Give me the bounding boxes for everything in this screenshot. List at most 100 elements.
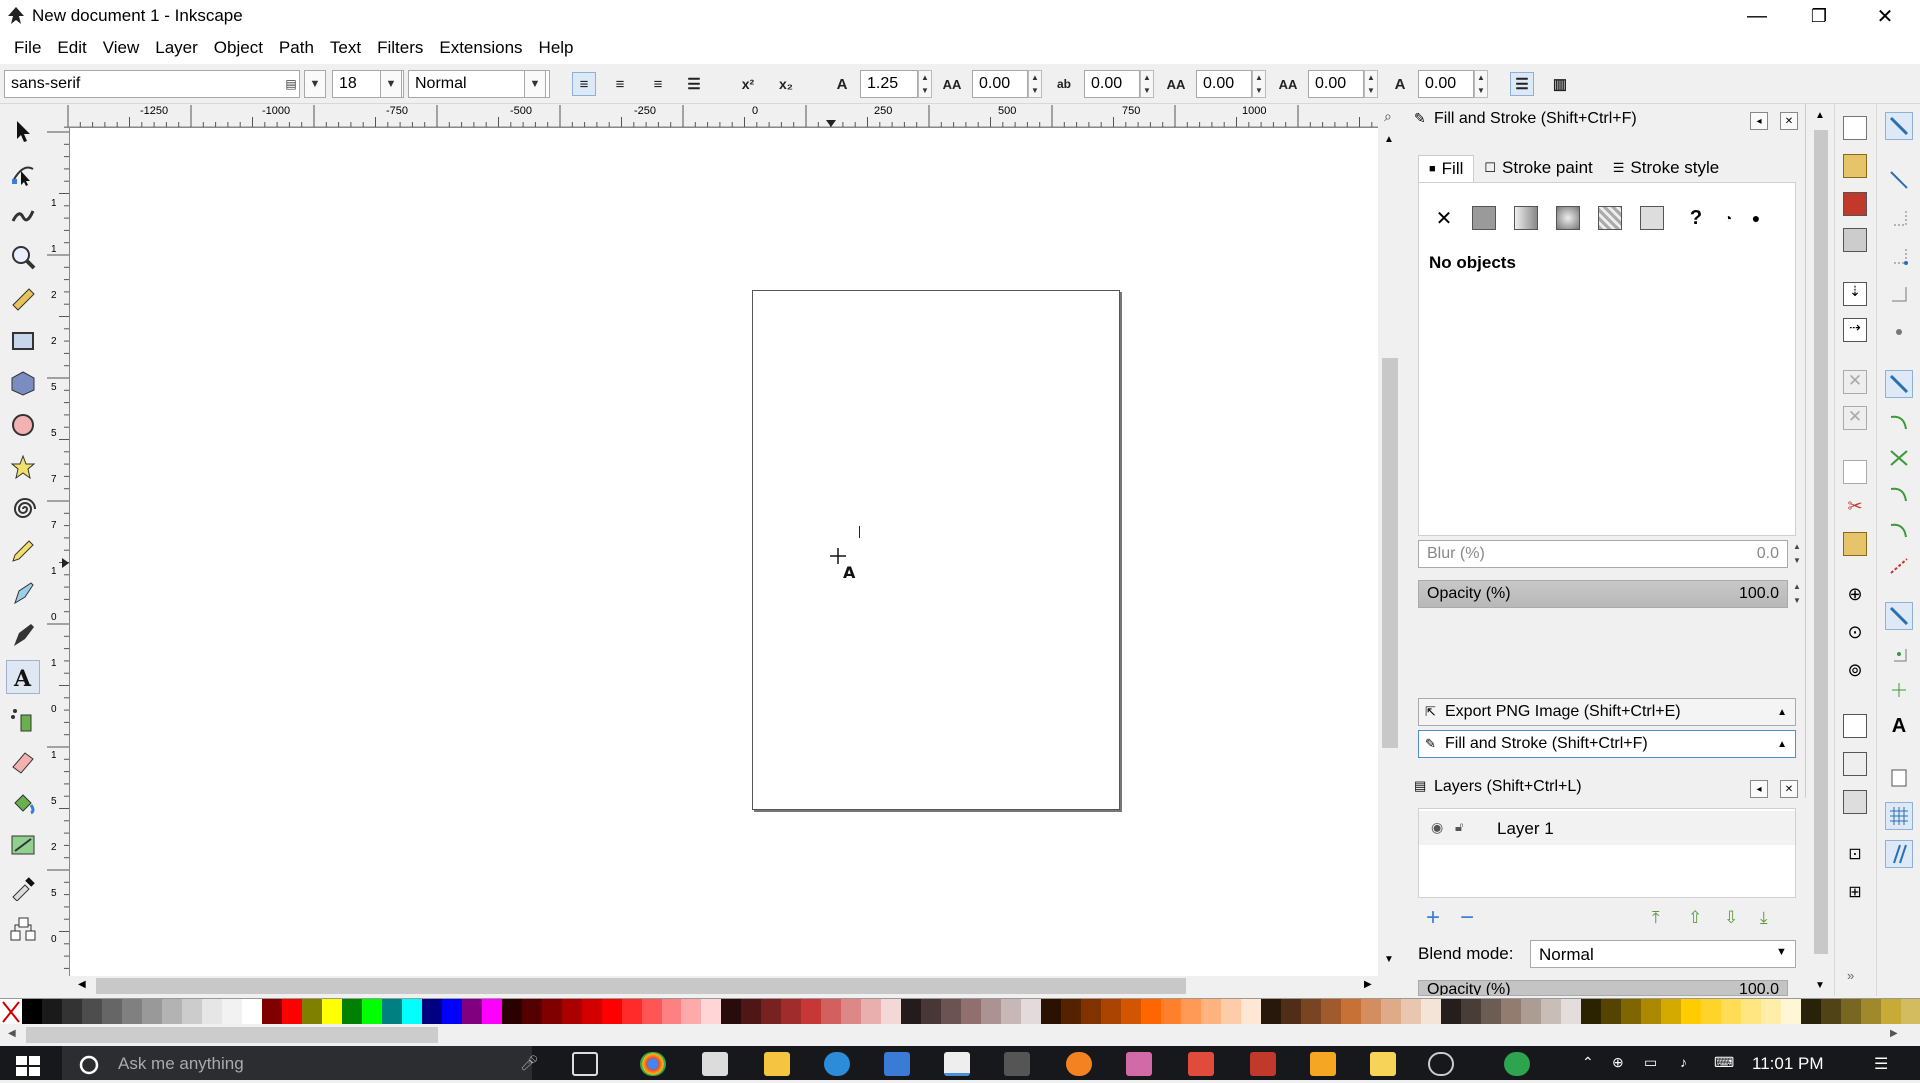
windows-start-icon[interactable] bbox=[14, 1054, 44, 1078]
tray-network-icon[interactable]: ⊕ bbox=[1612, 1054, 1624, 1071]
panel-close-button[interactable]: ✕ bbox=[1780, 112, 1798, 130]
color-swatch[interactable] bbox=[621, 999, 642, 1024]
color-swatch[interactable] bbox=[741, 999, 762, 1024]
color-swatch[interactable] bbox=[381, 999, 402, 1024]
font-size-dropdown[interactable]: ▼ bbox=[380, 70, 402, 98]
snap-enable-icon[interactable] bbox=[1885, 112, 1913, 140]
cut-icon[interactable]: ✂ bbox=[1843, 496, 1867, 520]
chrome-icon[interactable] bbox=[640, 1052, 666, 1076]
measure-tool-icon[interactable] bbox=[6, 282, 40, 316]
clock-app-icon[interactable] bbox=[1428, 1052, 1454, 1076]
dock-scrollbar[interactable]: ▲ ▼ bbox=[1812, 108, 1830, 992]
zoom-selection-icon[interactable]: ⊕ bbox=[1843, 584, 1867, 608]
color-swatch[interactable] bbox=[241, 999, 262, 1024]
sticky-notes-icon[interactable] bbox=[1370, 1052, 1396, 1076]
no-color-swatch-icon[interactable] bbox=[0, 999, 22, 1024]
menu-file[interactable]: File bbox=[6, 38, 49, 58]
color-swatch[interactable] bbox=[401, 999, 422, 1024]
palette-scroll-thumb[interactable] bbox=[26, 1027, 438, 1043]
menu-filters[interactable]: Filters bbox=[369, 38, 431, 58]
duplicate-icon[interactable] bbox=[1843, 714, 1867, 738]
import-icon[interactable]: ⇣ bbox=[1843, 282, 1867, 306]
color-swatch[interactable] bbox=[481, 999, 502, 1024]
color-swatch[interactable] bbox=[1360, 999, 1381, 1024]
status-scroll-right-icon[interactable]: ▶ bbox=[1890, 1028, 1898, 1039]
color-swatch[interactable] bbox=[1241, 999, 1262, 1024]
horizontal-text-icon[interactable]: ☰ bbox=[1510, 72, 1534, 96]
fill-rule-nonzero-icon[interactable]: ● bbox=[1743, 205, 1769, 231]
color-swatch[interactable] bbox=[941, 999, 962, 1024]
node-tool-icon[interactable] bbox=[6, 156, 40, 190]
print-icon[interactable] bbox=[1843, 228, 1867, 252]
vertical-scroll-thumb[interactable] bbox=[1382, 358, 1398, 748]
snap-bbox-centers-icon[interactable] bbox=[1885, 318, 1913, 346]
horizontal-scroll-thumb[interactable] bbox=[96, 978, 1186, 994]
color-swatch[interactable] bbox=[561, 999, 582, 1024]
justify-icon[interactable]: ☰ bbox=[682, 72, 706, 96]
color-swatch[interactable] bbox=[1680, 999, 1701, 1024]
swatch-icon[interactable] bbox=[1639, 205, 1665, 231]
star-tool-icon[interactable] bbox=[6, 450, 40, 484]
subscript-icon[interactable]: x₂ bbox=[774, 72, 798, 96]
maximize-button[interactable]: ❐ bbox=[1788, 0, 1850, 32]
snap-bbox-midpoints-icon[interactable] bbox=[1885, 280, 1913, 308]
file-explorer-icon[interactable] bbox=[764, 1052, 790, 1076]
color-swatch[interactable] bbox=[601, 999, 622, 1024]
color-swatch[interactable] bbox=[1700, 999, 1721, 1024]
gradient-tool-icon[interactable] bbox=[6, 828, 40, 862]
tray-battery-icon[interactable]: ▭ bbox=[1644, 1054, 1657, 1071]
color-swatch[interactable] bbox=[661, 999, 682, 1024]
color-swatch[interactable] bbox=[201, 999, 222, 1024]
app-icon-1[interactable] bbox=[884, 1052, 910, 1076]
color-swatch[interactable] bbox=[421, 999, 442, 1024]
color-swatch[interactable] bbox=[1900, 999, 1920, 1024]
pattern-icon[interactable] bbox=[1597, 205, 1623, 231]
color-swatch[interactable] bbox=[1121, 999, 1142, 1024]
snap-guides-icon[interactable] bbox=[1885, 840, 1913, 868]
color-swatch[interactable] bbox=[161, 999, 182, 1024]
scroll-down-icon[interactable]: ▼ bbox=[1384, 954, 1394, 965]
tab-stroke-paint[interactable]: ☐ Stroke paint bbox=[1474, 155, 1602, 181]
new-document-icon[interactable] bbox=[1843, 116, 1867, 140]
snap-smooth-nodes-icon[interactable] bbox=[1885, 516, 1913, 544]
menu-extensions[interactable]: Extensions bbox=[431, 38, 530, 58]
color-swatch[interactable] bbox=[961, 999, 982, 1024]
word-spacing-input[interactable]: 0.00 bbox=[1084, 70, 1140, 98]
app-icon-6[interactable] bbox=[1310, 1052, 1336, 1076]
3dbox-tool-icon[interactable] bbox=[6, 366, 40, 400]
zoom-page-icon[interactable]: ⊚ bbox=[1843, 660, 1867, 684]
visibility-eye-icon[interactable]: ◉ bbox=[1431, 819, 1443, 836]
color-swatch[interactable] bbox=[1061, 999, 1082, 1024]
blur-slider[interactable]: Blur (%) 0.0 bbox=[1418, 540, 1788, 568]
menu-layer[interactable]: Layer bbox=[147, 38, 206, 58]
color-swatch[interactable] bbox=[841, 999, 862, 1024]
kerning-spinner[interactable]: ▲ ▼ bbox=[1252, 70, 1266, 98]
color-swatch[interactable] bbox=[1620, 999, 1641, 1024]
clock-time[interactable]: 11:01 PM bbox=[1752, 1054, 1824, 1074]
color-swatch[interactable] bbox=[181, 999, 202, 1024]
zoom-corner-icon[interactable]: ⌕ bbox=[1384, 108, 1392, 125]
color-swatch[interactable] bbox=[701, 999, 722, 1024]
letter-spacing-input[interactable]: 0.00 bbox=[972, 70, 1028, 98]
color-swatch[interactable] bbox=[1860, 999, 1881, 1024]
color-swatch[interactable] bbox=[261, 999, 282, 1024]
color-swatch[interactable] bbox=[581, 999, 602, 1024]
snap-rotation-centers-icon[interactable] bbox=[1885, 676, 1913, 704]
color-swatch[interactable] bbox=[1380, 999, 1401, 1024]
tab-fill[interactable]: ■ Fill bbox=[1418, 154, 1475, 182]
drawing-canvas[interactable] bbox=[70, 128, 1378, 976]
linear-gradient-icon[interactable] bbox=[1513, 205, 1539, 231]
vertical-shift-input[interactable]: 0.00 bbox=[1308, 70, 1364, 98]
vertical-ruler[interactable]: 1 1 2 2 5 5 7 7 1 0 1 0 1 5 2 5 0 bbox=[46, 128, 70, 976]
save-icon[interactable] bbox=[1843, 192, 1867, 216]
canvas-vertical-scrollbar[interactable]: ▲ ▼ bbox=[1380, 128, 1400, 976]
color-swatch[interactable] bbox=[921, 999, 942, 1024]
blend-mode-dropdown-icon[interactable]: ▼ bbox=[1776, 946, 1787, 958]
color-swatch[interactable] bbox=[81, 999, 102, 1024]
color-swatch[interactable] bbox=[141, 999, 162, 1024]
mail-icon[interactable] bbox=[702, 1052, 728, 1076]
undo-icon[interactable]: ✕ bbox=[1843, 370, 1867, 394]
paint-bucket-tool-icon[interactable] bbox=[6, 786, 40, 820]
blend-mode-select[interactable]: Normal bbox=[1530, 940, 1796, 968]
spray-tool-icon[interactable] bbox=[6, 702, 40, 736]
